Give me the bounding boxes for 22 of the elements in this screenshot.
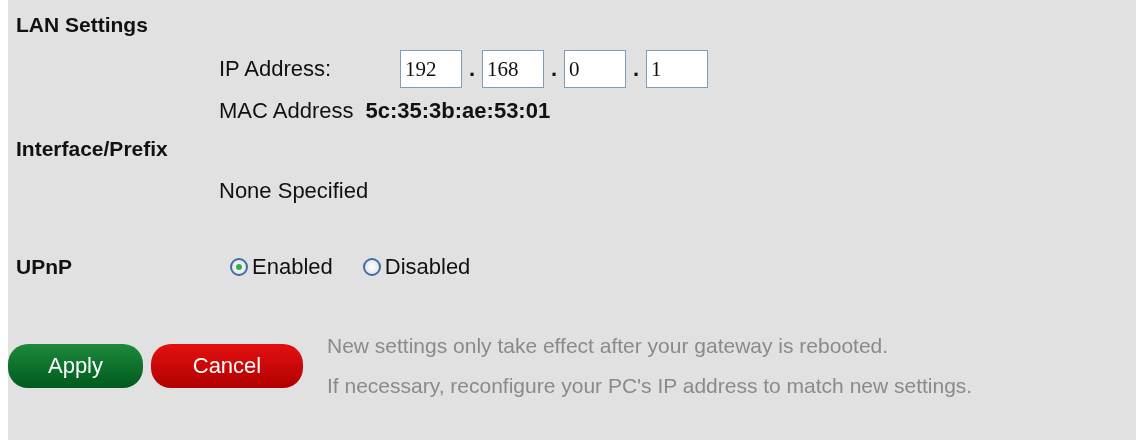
ip-separator: .: [631, 56, 641, 82]
apply-button[interactable]: Apply: [8, 344, 143, 388]
radio-button[interactable]: [230, 258, 248, 276]
note-text: New settings only take effect after your gateway is rebooted.: [327, 334, 890, 358]
cancel-button[interactable]: Cancel: [151, 344, 303, 388]
ip-octet-field[interactable]: 0: [564, 50, 626, 88]
ip-octet-field[interactable]: 192: [400, 50, 462, 88]
ip-address-label: IP Address:: [219, 56, 333, 82]
section-heading: Interface/Prefix: [16, 137, 168, 161]
ip-separator: .: [549, 56, 559, 82]
mac-address-value: 5c:35:3b:ae:53:01: [365, 98, 551, 124]
note-text: If necessary, reconfigure your PC's IP address to match new settings.: [327, 374, 973, 398]
mac-address-label: MAC Address: [219, 98, 354, 124]
ip-separator: .: [467, 56, 477, 82]
prefix-value: None Specified: [219, 178, 369, 203]
radio-button[interactable]: [362, 258, 381, 276]
ip-octet-field[interactable]: 168: [482, 50, 544, 88]
section-heading: UPnP: [16, 255, 73, 279]
radio-label: Enabled: [252, 254, 333, 280]
ip-octet-field[interactable]: 1: [646, 50, 708, 88]
radio-label: Disabled: [384, 254, 471, 280]
section-heading: LAN Settings: [16, 13, 148, 37]
